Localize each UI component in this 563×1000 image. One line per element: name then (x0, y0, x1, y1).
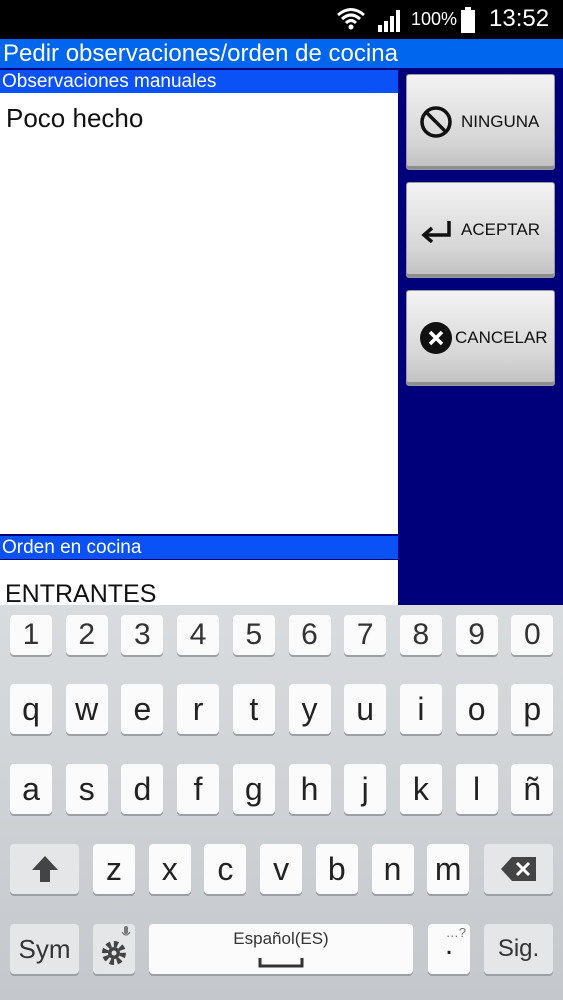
backspace-icon (500, 857, 536, 881)
letter-key-e[interactable]: e (121, 684, 164, 734)
enter-arrow-icon (421, 221, 451, 244)
shift-arrow-icon (31, 856, 58, 882)
none-button[interactable]: NINGUNA (406, 74, 555, 170)
app-window: Pedir observaciones/orden de cocina Obse… (0, 39, 563, 605)
space-bar-icon (258, 958, 304, 968)
period-key-hint: …? (445, 925, 466, 940)
number-key-3[interactable]: 3 (121, 615, 164, 655)
gear-icon (102, 941, 126, 965)
letter-key-j[interactable]: j (344, 764, 387, 814)
letter-key-b[interactable]: b (315, 844, 358, 894)
letter-key-h[interactable]: h (288, 764, 331, 814)
period-key[interactable]: . …? (428, 924, 470, 974)
letter-key-x[interactable]: x (148, 844, 191, 894)
space-key[interactable]: Español(ES) (149, 924, 413, 974)
backspace-key[interactable] (484, 844, 553, 894)
letter-key-n[interactable]: n (371, 844, 414, 894)
letter-key-p[interactable]: p (511, 684, 554, 734)
letter-key-o[interactable]: o (455, 684, 498, 734)
accept-button-label: ACEPTAR (461, 220, 541, 239)
manual-observations-header: Observaciones manuales (0, 70, 398, 93)
letter-key-ñ[interactable]: ñ (511, 764, 554, 814)
letter-key-z[interactable]: z (93, 844, 135, 894)
letter-key-m[interactable]: m (427, 844, 470, 894)
kitchen-order-header: Orden en cocina (0, 536, 398, 559)
kitchen-order-item[interactable]: ENTRANTES (5, 580, 156, 605)
mic-icon (121, 926, 131, 936)
shift-key[interactable] (10, 844, 79, 894)
wifi-icon (337, 8, 365, 30)
manual-observations-input[interactable] (0, 93, 398, 534)
number-key-8[interactable]: 8 (399, 615, 442, 655)
number-key-7[interactable]: 7 (344, 615, 387, 655)
accept-button[interactable]: ACEPTAR (406, 182, 555, 278)
letter-key-i[interactable]: i (399, 684, 442, 734)
number-key-9[interactable]: 9 (455, 615, 498, 655)
letter-key-a[interactable]: a (10, 764, 52, 814)
number-key-6[interactable]: 6 (288, 615, 331, 655)
letter-key-d[interactable]: d (121, 764, 164, 814)
letter-key-y[interactable]: y (288, 684, 331, 734)
none-button-label: NINGUNA (461, 112, 540, 131)
number-key-1[interactable]: 1 (10, 615, 52, 655)
letter-key-t[interactable]: t (232, 684, 275, 734)
settings-key[interactable] (93, 924, 135, 974)
signal-icon (378, 10, 400, 32)
letter-key-l[interactable]: l (455, 764, 498, 814)
sym-key[interactable]: Sym (10, 924, 79, 974)
space-key-language: Español(ES) (233, 929, 329, 948)
status-bar: 100% 13:52 (0, 0, 563, 39)
letter-key-u[interactable]: u (344, 684, 387, 734)
battery-percentage: 100% (411, 9, 458, 29)
letter-key-c[interactable]: c (204, 844, 247, 894)
soft-keyboard: 1234567890 qwertyuiop asdfghjklñ zxcvbnm… (0, 605, 563, 1000)
number-key-2[interactable]: 2 (65, 615, 108, 655)
letter-key-v[interactable]: v (260, 844, 303, 894)
next-key[interactable]: Sig. (484, 924, 553, 974)
close-icon (420, 322, 452, 354)
page-title: Pedir observaciones/orden de cocina (0, 39, 563, 68)
no-icon (420, 106, 452, 138)
letter-key-k[interactable]: k (399, 764, 442, 814)
letter-key-s[interactable]: s (65, 764, 108, 814)
battery-icon (461, 7, 475, 33)
number-key-0[interactable]: 0 (511, 615, 554, 655)
letter-key-r[interactable]: r (177, 684, 220, 734)
kitchen-order-list[interactable]: ENTRANTES (0, 560, 398, 605)
clock: 13:52 (489, 5, 550, 32)
cancel-button-label: CANCELAR (455, 328, 548, 347)
number-key-5[interactable]: 5 (232, 615, 275, 655)
number-key-4[interactable]: 4 (177, 615, 220, 655)
letter-key-w[interactable]: w (65, 684, 108, 734)
letter-key-g[interactable]: g (232, 764, 275, 814)
letter-key-f[interactable]: f (177, 764, 220, 814)
letter-key-q[interactable]: q (10, 684, 52, 734)
cancel-button[interactable]: CANCELAR (406, 290, 555, 386)
